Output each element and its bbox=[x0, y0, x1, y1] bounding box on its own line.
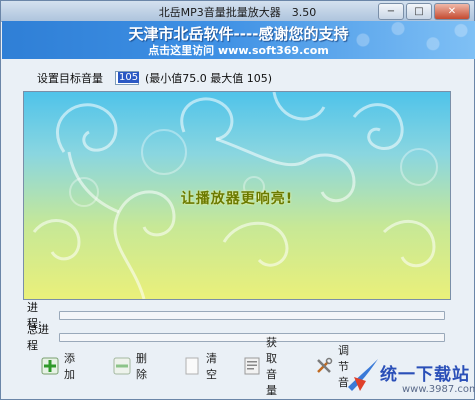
slogan-text: 让播放器更响亮! bbox=[180, 191, 294, 207]
blank-page-icon bbox=[183, 357, 201, 375]
add-label: 添加 bbox=[64, 352, 75, 381]
app-window: 北岳MP3音量批量放大器 3.50 − □ ✕ 天津市北岳软件----感谢您的支… bbox=[0, 0, 475, 400]
current-progress-row: 进 程: bbox=[27, 301, 445, 330]
banner-visit-link[interactable]: 点击这里访问 www.soft369.com bbox=[2, 42, 475, 58]
document-list-icon bbox=[243, 357, 261, 375]
delete-button[interactable]: 删除 bbox=[113, 352, 147, 381]
promo-banner[interactable]: 天津市北岳软件----感谢您的支持 点击这里访问 www.soft369.com bbox=[2, 21, 475, 59]
get-volume-button[interactable]: 获取音量 bbox=[243, 336, 277, 397]
total-progress-bar bbox=[59, 332, 445, 342]
minus-icon bbox=[113, 357, 131, 375]
delete-label: 删除 bbox=[136, 352, 147, 381]
target-volume-range: (最小值75.0 最大值 105) bbox=[145, 72, 273, 85]
total-progress-label: 总进程 bbox=[27, 323, 49, 352]
total-progress-row: 总进程 bbox=[27, 323, 445, 352]
clear-button[interactable]: 清空 bbox=[183, 352, 217, 381]
watermark-logo-icon bbox=[348, 359, 378, 391]
minimize-button[interactable]: − bbox=[378, 3, 404, 20]
target-volume-row: 设置目标音量 105 (最小值75.0 最大值 105) bbox=[37, 70, 272, 86]
title-bar[interactable]: 北岳MP3音量批量放大器 3.50 − □ ✕ bbox=[1, 1, 474, 22]
add-button[interactable]: 添加 bbox=[41, 352, 75, 381]
display-panel: 让播放器更响亮! bbox=[23, 91, 451, 300]
target-volume-input[interactable]: 105 bbox=[115, 71, 140, 85]
maximize-button[interactable]: □ bbox=[406, 3, 432, 20]
close-button[interactable]: ✕ bbox=[434, 3, 470, 20]
tools-icon bbox=[315, 357, 333, 375]
adjust-volume-button[interactable]: 调节音 bbox=[315, 344, 349, 389]
banner-thanks-text: 天津市北岳软件----感谢您的支持 bbox=[128, 25, 349, 43]
window-controls: − □ ✕ bbox=[378, 3, 470, 20]
clear-label: 清空 bbox=[206, 352, 217, 381]
get-volume-label: 获取音量 bbox=[266, 336, 277, 397]
current-progress-bar bbox=[59, 310, 445, 320]
site-watermark: 统一下载站 www.3987.com bbox=[346, 357, 475, 399]
target-volume-label: 设置目标音量 bbox=[37, 72, 103, 85]
watermark-url: www.3987.com bbox=[402, 384, 475, 395]
add-icon bbox=[41, 357, 59, 375]
watermark-text: 统一下载站 bbox=[380, 365, 470, 385]
target-volume-value: 105 bbox=[118, 72, 140, 83]
